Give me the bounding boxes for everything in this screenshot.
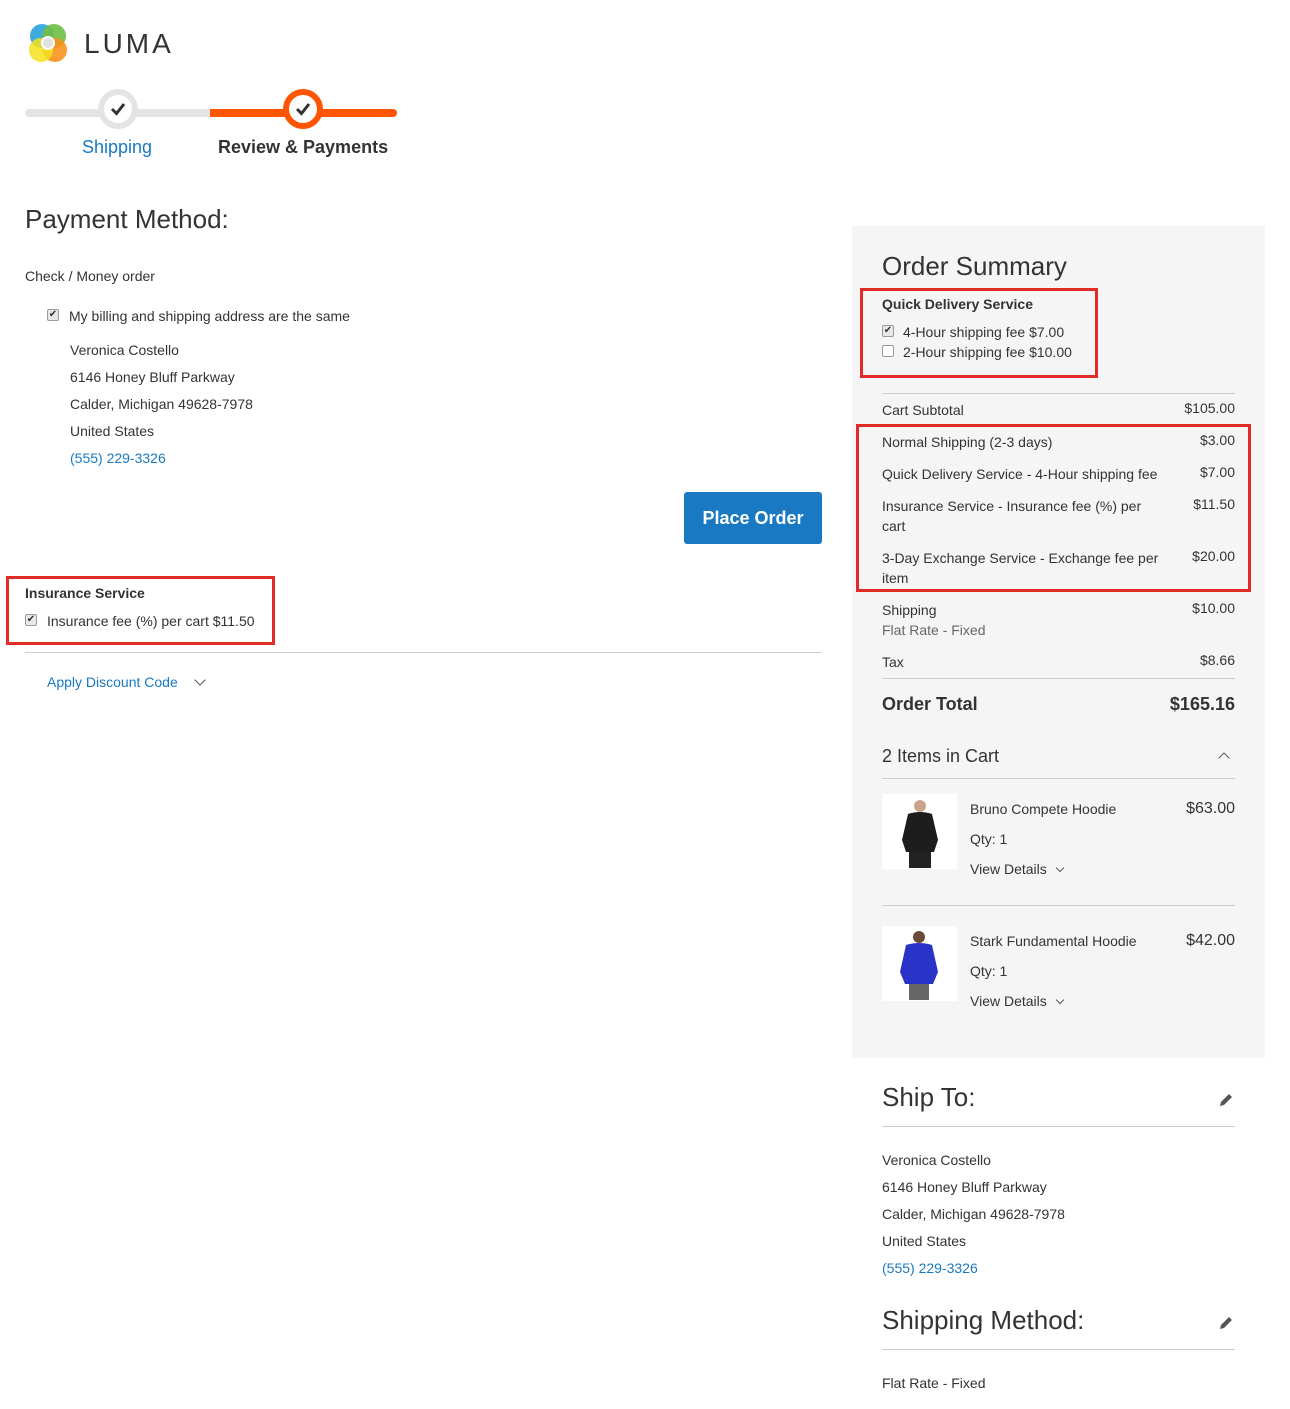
ship-to-divider — [882, 1126, 1235, 1127]
step-shipping-check-icon[interactable] — [98, 89, 138, 129]
summary-divider — [882, 778, 1235, 779]
order-total-label: Order Total — [882, 694, 978, 714]
product-image-bruno-hoodie[interactable] — [882, 794, 957, 869]
ship-to-phone-link[interactable]: (555) 229-3326 — [882, 1255, 978, 1282]
order-summary-title: Order Summary — [882, 251, 1067, 281]
quick-delivery-4hour-label[interactable]: 4-Hour shipping fee $7.00 — [903, 324, 1064, 340]
shipping-method-sub: Flat Rate - Fixed — [882, 622, 986, 638]
exchange-fee-label: 3-Day Exchange Service - Exchange fee pe… — [882, 550, 1159, 586]
quick-delivery-2hour-checkbox[interactable] — [882, 345, 894, 357]
item-divider — [882, 905, 1235, 906]
apply-discount-toggle[interactable]: Apply Discount Code — [47, 674, 206, 690]
chevron-down-icon[interactable] — [193, 674, 206, 686]
same-address-checkbox[interactable]: ✔ — [47, 309, 59, 321]
apply-discount-label[interactable]: Apply Discount Code — [47, 674, 178, 690]
product-price: $63.00 — [1186, 800, 1235, 817]
shipping-value: $10.00 — [1192, 600, 1235, 616]
tax-value: $8.66 — [1199, 652, 1235, 668]
billing-name: Veronica Costello — [70, 342, 179, 358]
shipping-label: Shipping — [882, 602, 937, 618]
view-details-label[interactable]: View Details — [970, 993, 1047, 1009]
view-details-label[interactable]: View Details — [970, 861, 1047, 877]
items-in-cart-toggle[interactable]: 2 Items in Cart — [882, 746, 999, 767]
billing-country: United States — [70, 423, 155, 439]
step-shipping-link[interactable]: Shipping — [82, 137, 152, 158]
normal-shipping-label: Normal Shipping (2-3 days) — [882, 434, 1053, 450]
cart-subtotal-value: $105.00 — [1184, 400, 1235, 416]
product-price: $42.00 — [1186, 932, 1235, 949]
ship-to-city: Calder, Michigan 49628-7978 — [882, 1206, 1065, 1222]
divider — [25, 652, 822, 653]
order-total-value: $165.16 — [1169, 694, 1235, 714]
view-details-toggle[interactable]: View Details — [970, 861, 1064, 877]
chevron-down-icon[interactable] — [1055, 863, 1064, 873]
summary-divider — [882, 393, 1235, 394]
ship-to-name: Veronica Costello — [882, 1152, 991, 1168]
product-name[interactable]: Bruno Compete Hoodie — [970, 801, 1116, 817]
quick-delivery-fee-value: $7.00 — [1199, 464, 1235, 480]
edit-shipping-method-pencil-icon[interactable] — [1217, 1314, 1235, 1332]
product-image-stark-hoodie[interactable] — [882, 926, 957, 1001]
tax-label: Tax — [882, 654, 904, 670]
exchange-fee-value: $20.00 — [1192, 548, 1235, 564]
ship-to-street: 6146 Honey Bluff Parkway — [882, 1179, 1047, 1195]
payment-method-title: Payment Method: — [25, 204, 229, 234]
insurance-fee-label: Insurance Service - Insurance fee (%) pe… — [882, 498, 1142, 534]
shipping-method-divider — [882, 1349, 1235, 1350]
edit-ship-to-pencil-icon[interactable] — [1217, 1091, 1235, 1109]
insurance-checkbox[interactable]: ✔ — [25, 614, 37, 626]
quick-delivery-title: Quick Delivery Service — [882, 296, 1033, 312]
view-details-toggle[interactable]: View Details — [970, 993, 1064, 1009]
insurance-title: Insurance Service — [25, 585, 145, 601]
insurance-fee-value: $11.50 — [1193, 496, 1235, 512]
billing-city: Calder, Michigan 49628-7978 — [70, 396, 253, 412]
shipping-method-value: Flat Rate - Fixed — [882, 1375, 986, 1391]
product-qty: Qty: 1 — [970, 963, 1008, 979]
luma-logo-icon[interactable] — [25, 21, 71, 67]
ship-to-title: Ship To: — [882, 1082, 976, 1112]
ship-to-country: United States — [882, 1233, 967, 1249]
cart-subtotal-label: Cart Subtotal — [882, 402, 964, 418]
step-review-check-icon — [283, 89, 323, 129]
insurance-option-label[interactable]: Insurance fee (%) per cart $11.50 — [47, 613, 255, 629]
billing-phone-link[interactable]: (555) 229-3326 — [70, 445, 166, 472]
product-name[interactable]: Stark Fundamental Hoodie — [970, 933, 1137, 949]
billing-street: 6146 Honey Bluff Parkway — [70, 369, 235, 385]
step-review-label: Review & Payments — [218, 137, 389, 157]
summary-divider — [882, 678, 1235, 679]
product-qty: Qty: 1 — [970, 831, 1008, 847]
normal-shipping-value: $3.00 — [1199, 432, 1235, 448]
quick-delivery-4hour-checkbox[interactable]: ✔ — [882, 325, 894, 337]
quick-delivery-2hour-label[interactable]: 2-Hour shipping fee $10.00 — [903, 344, 1072, 360]
quick-delivery-fee-label: Quick Delivery Service - 4-Hour shipping… — [882, 466, 1158, 482]
payment-method-option[interactable]: Check / Money order — [25, 268, 155, 284]
place-order-button[interactable]: Place Order — [684, 492, 822, 544]
same-address-label[interactable]: My billing and shipping address are the … — [69, 308, 350, 324]
shipping-method-title: Shipping Method: — [882, 1305, 1085, 1335]
chevron-down-icon[interactable] — [1055, 995, 1064, 1005]
brand-name[interactable]: LUMA — [84, 28, 174, 60]
